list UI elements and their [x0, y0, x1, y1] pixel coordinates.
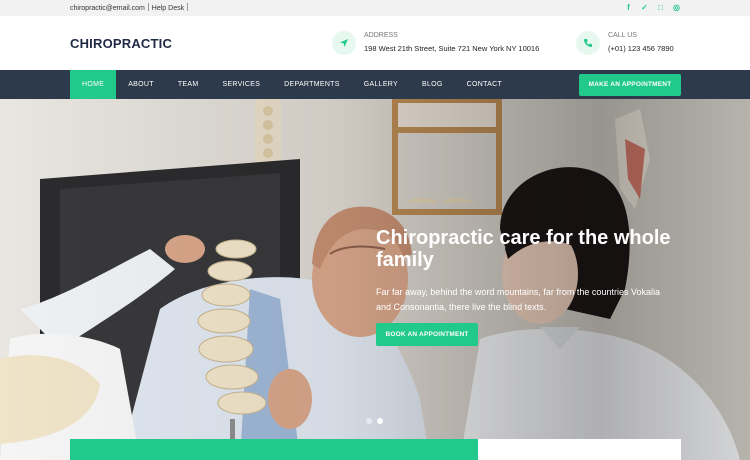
slider-dots [366, 418, 383, 424]
dribbble-icon[interactable]: ◎ [673, 3, 680, 12]
hero-description: Far far away, behind the word mountains,… [376, 287, 660, 312]
phone-number[interactable]: (+01) 123 456 7890 [608, 44, 674, 53]
top-email-link[interactable]: chiropractic@email.com [70, 5, 145, 12]
hero-title: Chiropractic care for the whole family [376, 227, 671, 271]
nav-item-home[interactable]: HOME [70, 70, 117, 99]
instagram-icon[interactable]: □ [657, 3, 664, 12]
nav-item-blog[interactable]: BLOG [410, 70, 455, 99]
info-strip-white [478, 439, 681, 460]
address-value: 198 West 21th Street, Suite 721 New York… [364, 44, 540, 53]
nav-item-about[interactable]: ABOUT [116, 70, 166, 99]
make-appointment-button[interactable]: MAKE AN APPOINTMENT [579, 74, 681, 96]
top-contact: chiropractic@email.com Help Desk [70, 3, 191, 12]
main-nav: HOME ABOUT TEAM SERVICES DEPARTMENTS GAL… [0, 70, 750, 99]
slider-dot[interactable] [366, 418, 372, 424]
phone-icon [576, 31, 600, 55]
divider [147, 3, 149, 11]
nav-item-services[interactable]: SERVICES [210, 70, 272, 99]
site-header: CHIROPRACTIC ADDRESS 198 West 21th Stree… [0, 16, 750, 70]
call-block: CALL US (+01) 123 456 7890 [576, 30, 674, 55]
twitter-icon[interactable]: ✓ [641, 3, 648, 12]
address-block: ADDRESS 198 West 21th Street, Suite 721 … [332, 30, 539, 55]
hero-background-image [0, 99, 750, 460]
info-strip-green [70, 439, 478, 460]
slider-dot-active[interactable] [377, 418, 383, 424]
divider [187, 3, 189, 11]
social-links: f ✓ □ ◎ [625, 3, 680, 12]
nav-menu: HOME ABOUT TEAM SERVICES DEPARTMENTS GAL… [70, 70, 514, 99]
call-label: CALL US [608, 32, 637, 39]
site-logo[interactable]: CHIROPRACTIC [70, 36, 172, 51]
book-appointment-button[interactable]: BOOK AN APPOINTMENT [376, 323, 478, 346]
top-bar: chiropractic@email.com Help Desk f ✓ □ ◎ [0, 0, 750, 16]
nav-item-departments[interactable]: DEPARTMENTS [272, 70, 352, 99]
facebook-icon[interactable]: f [625, 3, 632, 12]
location-icon [332, 31, 356, 55]
nav-item-contact[interactable]: CONTACT [455, 70, 514, 99]
help-desk-link[interactable]: Help Desk [152, 5, 184, 12]
nav-item-gallery[interactable]: GALLERY [352, 70, 410, 99]
hero-slider: Chiropractic care for the whole family F… [0, 99, 750, 460]
address-label: ADDRESS [364, 32, 398, 39]
nav-item-team[interactable]: TEAM [166, 70, 211, 99]
